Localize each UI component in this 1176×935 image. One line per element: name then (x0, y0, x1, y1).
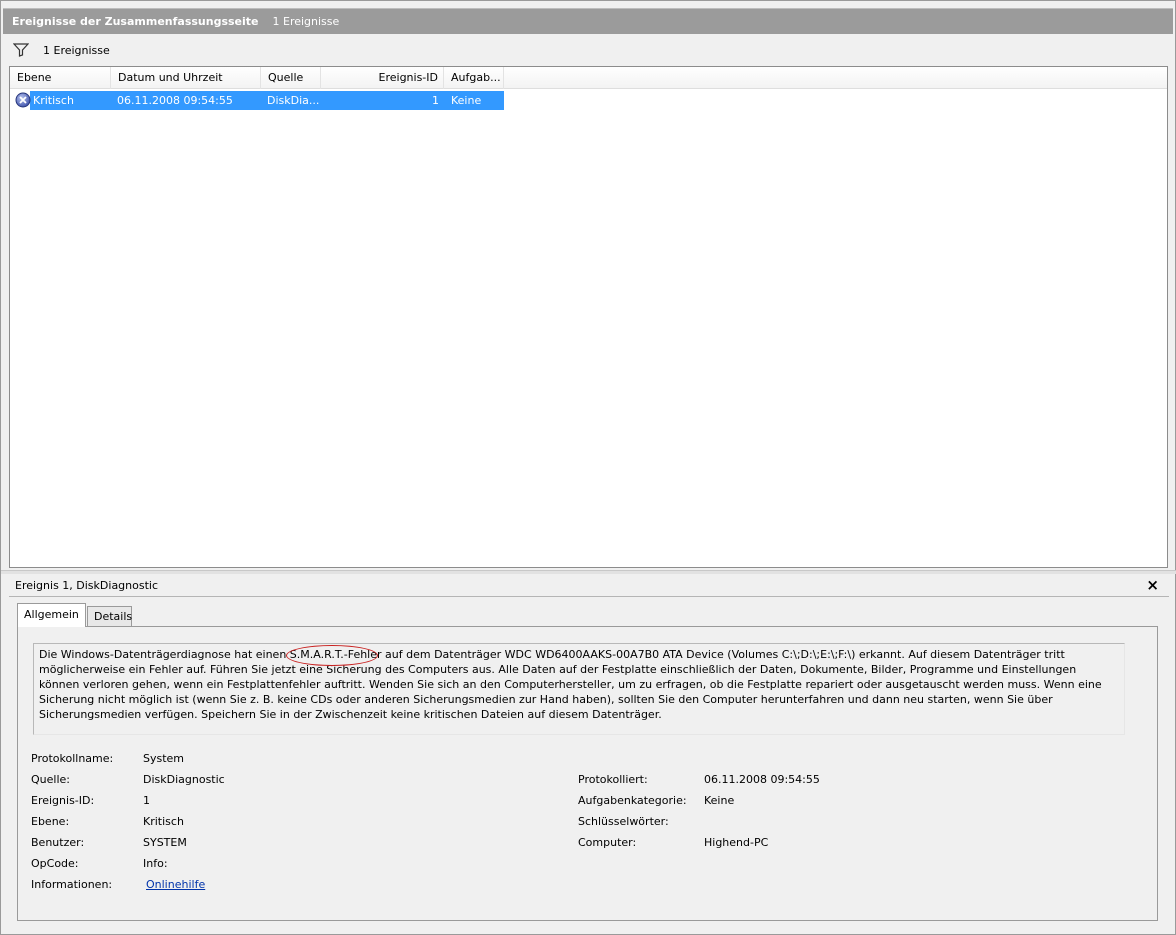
value-computer: Highend-PC (704, 836, 769, 849)
label-log-name: Protokollname: (31, 752, 114, 765)
column-header-source[interactable]: Quelle (261, 67, 321, 89)
label-user: Benutzer: (31, 836, 85, 849)
event-viewer-window: Ereignisse der Zusammenfassungsseite 1 E… (0, 0, 1176, 935)
description-text-start: Die Windows-Datenträgerdiagnose hat eine… (39, 648, 290, 661)
label-information: Informationen: (31, 878, 113, 891)
event-description: Die Windows-Datenträgerdiagnose hat eine… (33, 643, 1125, 735)
smart-error-highlight: S.M.A.R.T.-Fehler (285, 645, 382, 666)
value-level: Kritisch (143, 815, 184, 828)
label-level: Ebene: (31, 815, 70, 828)
label-opcode: OpCode: (31, 857, 79, 870)
tab-allgemein[interactable]: Allgemein (17, 603, 86, 627)
label-task-category: Aufgabenkategorie: (578, 794, 687, 807)
table-row[interactable]: Kritisch 06.11.2008 09:54:55 DiskDia... … (13, 91, 504, 110)
column-header-datetime[interactable]: Datum und Uhrzeit (111, 67, 261, 89)
cell-datetime: 06.11.2008 09:54:55 (117, 94, 233, 107)
label-computer: Computer: (578, 836, 637, 849)
online-help-link[interactable]: Onlinehilfe (146, 878, 205, 891)
value-log-name: System (143, 752, 185, 765)
cell-source: DiskDia... (267, 94, 320, 107)
filter-bar: 1 Ereignisse (9, 39, 1169, 61)
filter-icon[interactable] (12, 43, 31, 57)
column-header-task[interactable]: Aufgab... (444, 67, 504, 89)
detail-title: Ereignis 1, DiskDiagnostic (15, 579, 159, 592)
value-source: DiskDiagnostic (143, 773, 225, 786)
close-icon[interactable]: × (1146, 576, 1159, 594)
label-event-id: Ereignis-ID: (31, 794, 95, 807)
value-opcode: Info: (143, 857, 168, 870)
label-logged: Protokolliert: (578, 773, 648, 786)
cell-level: Kritisch (33, 94, 74, 107)
filter-count: 1 Ereignisse (43, 43, 110, 57)
summary-header: Ereignisse der Zusammenfassungsseite 1 E… (3, 8, 1173, 34)
value-logged: 06.11.2008 09:54:55 (704, 773, 820, 786)
critical-icon (15, 92, 31, 108)
value-event-id: 1 (143, 794, 150, 807)
column-header-level[interactable]: Ebene (10, 67, 111, 89)
events-grid: Ebene Datum und Uhrzeit Quelle Ereignis-… (9, 66, 1168, 568)
header-title: Ereignisse der Zusammenfassungsseite (12, 15, 259, 28)
general-tab-panel: Die Windows-Datenträgerdiagnose hat eine… (17, 626, 1158, 921)
pane-splitter[interactable] (1, 570, 1176, 574)
label-keywords: Schlüsselwörter: (578, 815, 669, 828)
value-user: SYSTEM (143, 836, 187, 849)
value-task-category: Keine (704, 794, 735, 807)
tab-details[interactable]: Details (87, 606, 132, 627)
cell-event-id: 1 (432, 94, 439, 107)
cell-task: Keine (451, 94, 482, 107)
header-count: 1 Ereignisse (272, 15, 340, 28)
detail-header: Ereignis 1, DiskDiagnostic × (9, 575, 1169, 597)
highlight-circle (285, 645, 378, 666)
column-header-event-id[interactable]: Ereignis-ID (321, 67, 444, 89)
grid-header: Ebene Datum und Uhrzeit Quelle Ereignis-… (10, 67, 1167, 89)
label-source: Quelle: (31, 773, 70, 786)
